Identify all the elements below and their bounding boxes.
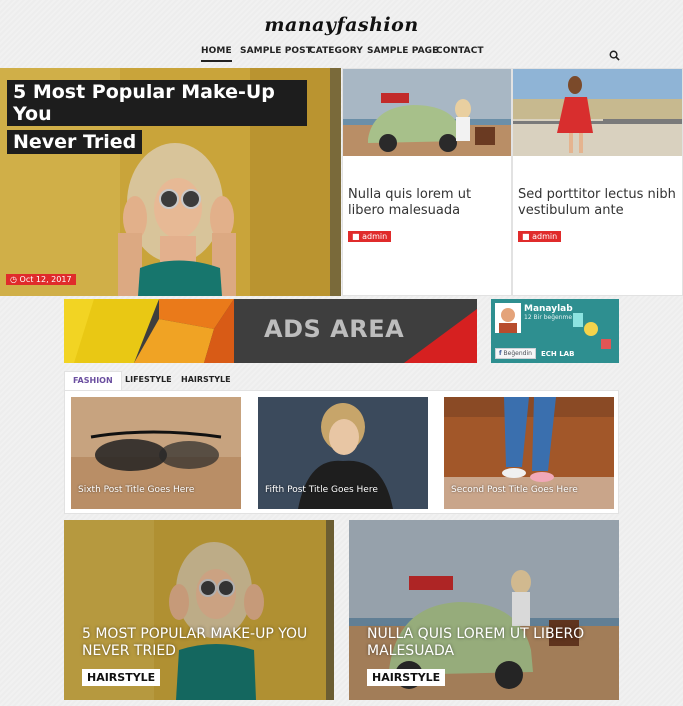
hero-title-line[interactable]: 5 Most Popular Make-Up You (7, 80, 307, 126)
tab-post-title[interactable]: Second Post Title Goes Here (451, 485, 578, 495)
nav-item-sample-post[interactable]: SAMPLE POST (240, 46, 312, 56)
hero-section: 5 Most Popular Make-Up You Never Tried ◷… (0, 68, 683, 296)
hero-card-image (343, 69, 511, 156)
nav-item-category[interactable]: CATEGORY (309, 46, 363, 56)
tab-lifestyle[interactable]: LIFESTYLE (117, 371, 180, 391)
category-label[interactable]: HAIRSTYLE (367, 669, 446, 686)
tab-post-thumb[interactable]: Fifth Post Title Goes Here (258, 397, 428, 509)
bottom-post[interactable]: 5 MOST POPULAR MAKE-UP YOU NEVER TRIED H… (64, 520, 334, 700)
tab-hairstyle[interactable]: HAIRSTYLE (173, 371, 239, 391)
facebook-widget[interactable]: Manaylab 12 Bir beğenme f Beğendin ECH L… (491, 299, 619, 363)
search-icon[interactable] (609, 50, 620, 61)
tab-post-thumb[interactable]: Second Post Title Goes Here (444, 397, 614, 509)
ads-banner[interactable]: ADS AREA (64, 299, 477, 363)
hero-title[interactable]: 5 Most Popular Make-Up You Never Tried (7, 80, 307, 158)
nav-item-home[interactable]: HOME (201, 46, 232, 62)
user-icon: ■ (352, 232, 360, 241)
bottom-post-title[interactable]: 5 MOST POPULAR MAKE-UP YOU NEVER TRIED (82, 626, 332, 660)
author-name[interactable]: admin (362, 232, 387, 241)
ads-label: ADS AREA (264, 315, 405, 343)
red-dress-image (513, 69, 682, 156)
site-logo[interactable]: manayfashion (0, 14, 683, 36)
nav-item-contact[interactable]: CONTACT (436, 46, 484, 56)
user-icon: ■ (522, 232, 530, 241)
category-tabs: FASHION LIFESTYLE HAIRSTYLE (64, 371, 619, 391)
bottom-post[interactable]: NULLA QUIS LOREM UT LIBERO MALESUADA HAI… (349, 520, 619, 700)
fb-page-name[interactable]: Manaylab (524, 304, 573, 314)
hero-title-line[interactable]: Never Tried (7, 130, 143, 154)
tab-post-title[interactable]: Fifth Post Title Goes Here (265, 485, 378, 495)
tab-fashion[interactable]: FASHION (64, 371, 122, 391)
bottom-post-title[interactable]: NULLA QUIS LOREM UT LIBERO MALESUADA (367, 626, 617, 660)
date-badge: ◷ Oct 12, 2017 (6, 274, 76, 285)
author-badge[interactable]: ■ admin (348, 231, 392, 242)
post-date: Oct 12, 2017 (19, 275, 72, 284)
fb-footer-text: ECH LAB (541, 350, 575, 358)
clock-icon: ◷ (10, 275, 17, 284)
category-label[interactable]: HAIRSTYLE (82, 669, 161, 686)
fb-like-label: Beğendin (503, 350, 532, 357)
beetle-car-image (343, 69, 511, 156)
hero-card-image (513, 69, 682, 156)
main-nav: HOME SAMPLE POST CATEGORY SAMPLE PAGE CO… (0, 46, 683, 64)
author-badge[interactable]: ■ admin (518, 231, 562, 242)
fb-like-button[interactable]: f Beğendin (495, 348, 536, 359)
author-name[interactable]: admin (532, 232, 557, 241)
hero-card[interactable]: Sed porttitor lectus nibh vestibulum ant… (512, 68, 683, 296)
fb-likes-count: 12 Bir beğenme (524, 314, 573, 321)
hero-featured-post[interactable]: 5 Most Popular Make-Up You Never Tried ◷… (0, 68, 341, 296)
hero-card-title[interactable]: Nulla quis lorem ut libero malesuada (348, 187, 508, 219)
tab-panel-fashion: Sixth Post Title Goes Here Fifth Post Ti… (64, 390, 619, 514)
facebook-icon: f (499, 350, 502, 357)
nav-item-sample-page[interactable]: SAMPLE PAGE (367, 46, 438, 56)
tab-post-thumb[interactable]: Sixth Post Title Goes Here (71, 397, 241, 509)
hero-card[interactable]: Nulla quis lorem ut libero malesuada ■ a… (342, 68, 512, 296)
tab-post-title[interactable]: Sixth Post Title Goes Here (78, 485, 194, 495)
hero-card-title[interactable]: Sed porttitor lectus nibh vestibulum ant… (518, 187, 678, 219)
